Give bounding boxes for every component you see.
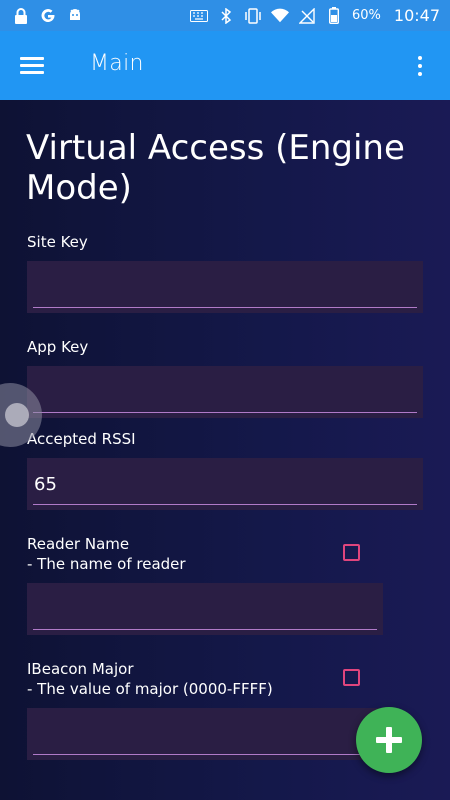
battery-percent: 60% — [351, 8, 381, 23]
ibeacon-major-field[interactable] — [27, 708, 383, 760]
add-fab-button[interactable] — [356, 707, 422, 773]
app-key-input[interactable] — [32, 376, 420, 408]
reader-name-input[interactable] — [32, 593, 380, 625]
accepted-rssi-label: Accepted RSSI — [27, 430, 136, 448]
keyboard-icon — [189, 7, 208, 25]
vibrate-icon — [244, 7, 262, 25]
android-icon — [66, 7, 84, 25]
ibeacon-major-label: IBeacon Major — [27, 660, 134, 678]
ibeacon-major-underline — [33, 753, 377, 755]
app-key-field[interactable] — [27, 366, 423, 418]
accepted-rssi-input[interactable] — [32, 468, 420, 500]
reader-name-label: Reader Name — [27, 535, 130, 553]
overflow-menu-icon[interactable] — [410, 53, 430, 79]
google-icon — [39, 7, 57, 25]
wifi-icon — [270, 7, 289, 25]
reader-name-underline — [33, 628, 377, 630]
reader-name-field[interactable] — [27, 583, 383, 635]
hamburger-menu-icon[interactable] — [20, 53, 50, 79]
ibeacon-major-description: - The value of major (0000-FFFF) — [27, 680, 273, 698]
reader-name-description: - The name of reader — [27, 555, 186, 573]
lock-icon — [12, 7, 30, 25]
site-key-label: Site Key — [27, 233, 88, 251]
accepted-rssi-field[interactable] — [27, 458, 423, 510]
site-key-field[interactable] — [27, 261, 423, 313]
reader-name-checkbox[interactable] — [343, 544, 360, 561]
status-bar-right: 60% 10:47 — [189, 6, 440, 25]
ibeacon-major-input[interactable] — [32, 718, 380, 750]
bluetooth-icon — [217, 7, 235, 25]
app-bar: Main — [0, 31, 450, 100]
app-bar-title: Main — [90, 51, 144, 76]
app-key-label: App Key — [27, 338, 89, 356]
status-bar: 60% 10:47 — [0, 0, 450, 31]
no-signal-icon — [298, 7, 316, 25]
accepted-rssi-underline — [33, 503, 417, 505]
app-key-underline — [33, 411, 417, 413]
page-title: Virtual Access (Engine Mode) — [26, 128, 405, 208]
ibeacon-major-checkbox[interactable] — [343, 669, 360, 686]
status-bar-left — [12, 7, 84, 25]
plus-icon — [376, 727, 402, 753]
battery-icon — [325, 7, 343, 25]
site-key-underline — [33, 306, 417, 308]
clock: 10:47 — [393, 6, 440, 25]
site-key-input[interactable] — [32, 271, 420, 303]
handle-dot-icon — [5, 403, 29, 427]
